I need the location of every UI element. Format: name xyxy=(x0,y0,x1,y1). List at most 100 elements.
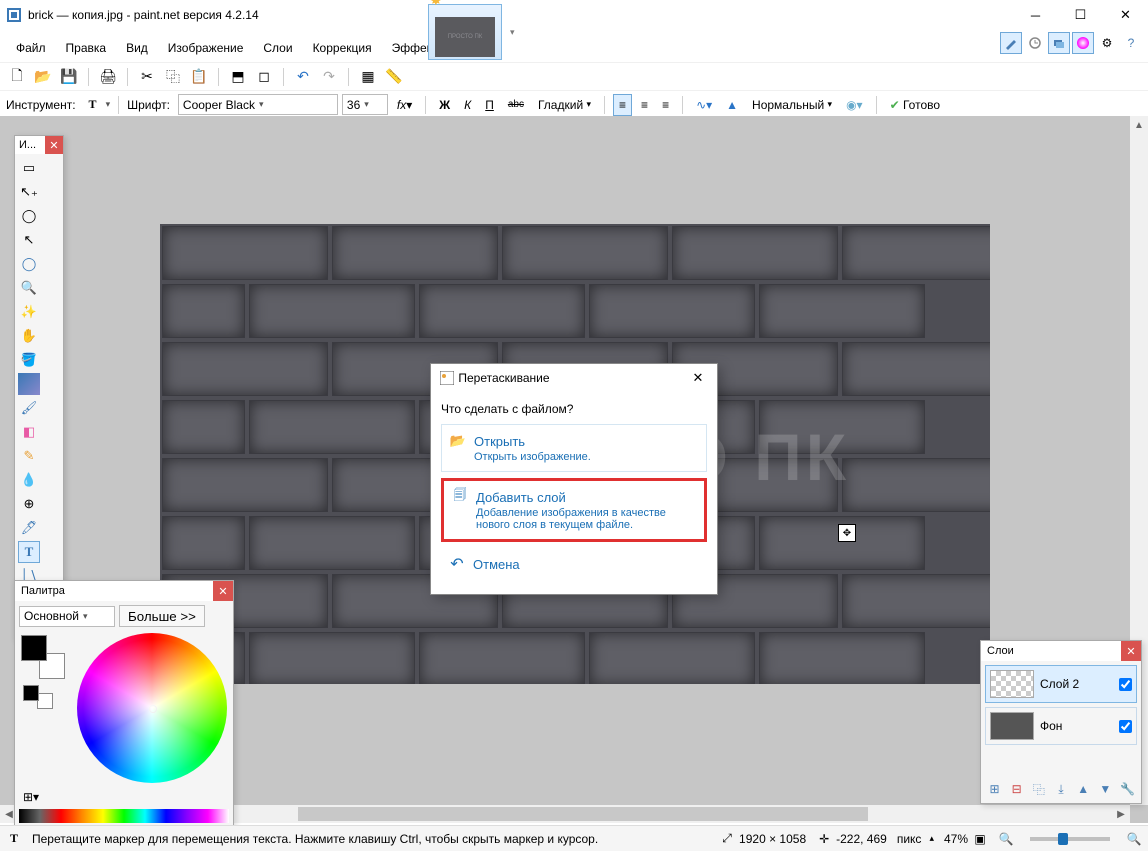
font-metrics-button[interactable]: fx▾ xyxy=(392,94,417,116)
font-size-combo[interactable]: 36▾ xyxy=(342,94,388,115)
tool-recolor[interactable]: 🖊 xyxy=(18,517,40,539)
colors-more-button[interactable]: Больше >> xyxy=(119,605,205,627)
tool-rect-select[interactable]: ▭ xyxy=(18,157,40,179)
colors-window-toggle[interactable] xyxy=(1072,32,1094,54)
layer-visible-checkbox[interactable] xyxy=(1119,720,1132,733)
layer-visible-checkbox[interactable] xyxy=(1119,678,1132,691)
dialog-cancel[interactable]: ↶ Отмена xyxy=(441,548,707,580)
copy-button[interactable]: ⿻ xyxy=(162,66,184,88)
document-thumb[interactable]: ✸ ПРОСТО ПК xyxy=(428,4,502,60)
redo-button[interactable]: ↷ xyxy=(318,66,340,88)
tool-paint-bucket[interactable]: 🪣 xyxy=(18,349,40,371)
close-button[interactable]: ✕ xyxy=(1103,0,1148,30)
tool-clone-stamp[interactable]: ⊕ xyxy=(18,493,40,515)
layer-down-button[interactable]: ▼ xyxy=(1096,779,1115,799)
layer-merge-button[interactable]: ⤓ xyxy=(1051,779,1070,799)
dialog-option-add-layer[interactable]: 🗐Добавить слой Добавление изображения в … xyxy=(441,478,707,542)
tool-move-pixels[interactable]: ↖ xyxy=(18,229,40,251)
menu-image[interactable]: Изображение xyxy=(158,37,254,59)
unit-dropdown-icon[interactable]: ▴ xyxy=(929,833,934,844)
layer-add-button[interactable]: ⊞ xyxy=(985,779,1004,799)
menu-adjustments[interactable]: Коррекция xyxy=(303,37,382,59)
blend-icon-button[interactable]: ◉▾ xyxy=(841,94,868,116)
unsaved-indicator-icon: ✸ xyxy=(430,0,442,9)
menu-file[interactable]: Файл xyxy=(6,37,56,59)
tool-move-selection[interactable]: ↖₊ xyxy=(18,181,40,203)
thumb-list-dropdown-icon[interactable]: ▾ xyxy=(510,27,515,38)
strike-button[interactable]: abc xyxy=(503,94,529,116)
layers-window-toggle[interactable] xyxy=(1048,32,1070,54)
render-mode-combo[interactable]: Гладкий ▾ xyxy=(533,94,596,116)
zoom-in-icon[interactable]: 🔍 xyxy=(1126,831,1142,847)
open-button[interactable]: 📂 xyxy=(32,66,54,88)
menu-edit[interactable]: Правка xyxy=(56,37,117,59)
font-family-combo[interactable]: Cooper Black▾ xyxy=(178,94,338,115)
color-swatches[interactable] xyxy=(19,809,229,823)
drag-drop-dialog: Перетаскивание ✕ Что сделать с файлом? 📂… xyxy=(430,363,718,595)
layers-panel: Слои✕ Слой 2 Фон ⊞ ⊟ ⿻ ⤓ ▲ ▼ 🔧 xyxy=(980,640,1142,804)
tool-ellipse-select[interactable]: ◯ xyxy=(18,253,40,275)
color-mode-combo[interactable]: Основной▾ xyxy=(19,606,115,627)
align-center-button[interactable]: ≡ xyxy=(636,94,653,116)
tool-eraser[interactable]: ◧ xyxy=(18,421,40,443)
help-button[interactable]: ? xyxy=(1120,32,1142,54)
app-icon xyxy=(6,7,22,23)
color-wheel[interactable] xyxy=(77,633,227,783)
tool-paintbrush[interactable]: 🖌 xyxy=(18,397,40,419)
zoom-slider[interactable] xyxy=(1030,837,1110,841)
layer-item[interactable]: Фон xyxy=(985,707,1137,745)
tools-panel-close[interactable]: ✕ xyxy=(45,136,63,154)
deselect-button[interactable]: ◻ xyxy=(253,66,275,88)
tool-lasso[interactable]: ◯ xyxy=(18,205,40,227)
menu-layers[interactable]: Слои xyxy=(253,37,302,59)
fg-bg-swatch-large[interactable] xyxy=(21,635,65,679)
commit-button[interactable]: ✔ Готово xyxy=(885,94,945,116)
paste-button[interactable]: 📋 xyxy=(188,66,210,88)
maximize-button[interactable]: ☐ xyxy=(1058,0,1103,30)
print-button[interactable]: 🖨 xyxy=(97,66,119,88)
antialias-button[interactable]: ∿▾ xyxy=(691,94,717,116)
undo-button[interactable]: ↶ xyxy=(292,66,314,88)
blend-mode-combo[interactable]: Нормальный ▾ xyxy=(747,94,837,116)
history-window-toggle[interactable] xyxy=(1024,32,1046,54)
new-button[interactable]: 🗋 xyxy=(6,66,28,88)
layer-up-button[interactable]: ▲ xyxy=(1074,779,1093,799)
zoom-fit-icon[interactable]: ▣ xyxy=(972,831,988,847)
minimize-button[interactable]: ─ xyxy=(1013,0,1058,30)
colors-panel-title: Палитра xyxy=(21,585,65,597)
tool-color-picker[interactable]: 💧 xyxy=(18,469,40,491)
dialog-option-open[interactable]: 📂Открыть Открыть изображение. xyxy=(441,424,707,472)
menu-view[interactable]: Вид xyxy=(116,37,158,59)
zoom-out-icon[interactable]: 🔍 xyxy=(998,831,1014,847)
tool-icon-text[interactable]: T xyxy=(84,94,102,116)
align-right-button[interactable]: ≡ xyxy=(657,94,674,116)
cut-button[interactable]: ✂ xyxy=(136,66,158,88)
crop-button[interactable]: ⬒ xyxy=(227,66,249,88)
layer-item[interactable]: Слой 2 xyxy=(985,665,1137,703)
layer-properties-button[interactable]: 🔧 xyxy=(1118,779,1137,799)
align-left-button[interactable]: ≡ xyxy=(613,94,632,116)
dialog-close-button[interactable]: ✕ xyxy=(687,367,709,389)
tools-window-toggle[interactable] xyxy=(1000,32,1022,54)
settings-button[interactable]: ⚙ xyxy=(1096,32,1118,54)
bold-button[interactable]: Ж xyxy=(434,94,455,116)
fg-bg-swatch-small[interactable] xyxy=(23,685,53,709)
layers-panel-close[interactable]: ✕ xyxy=(1121,641,1141,661)
tool-text[interactable]: T xyxy=(18,541,40,563)
layer-delete-button[interactable]: ⊟ xyxy=(1007,779,1026,799)
colors-panel-close[interactable]: ✕ xyxy=(213,581,233,601)
tool-gradient[interactable] xyxy=(18,373,40,395)
tool-pan[interactable]: ✋ xyxy=(18,325,40,347)
tool-pencil[interactable]: ✎ xyxy=(18,445,40,467)
ruler-button[interactable]: 📏 xyxy=(383,66,405,88)
grid-button[interactable]: ▦ xyxy=(357,66,379,88)
text-move-handle[interactable]: ✥ xyxy=(838,524,856,542)
underline-button[interactable]: П xyxy=(480,94,499,116)
tool-zoom[interactable]: 🔍 xyxy=(18,277,40,299)
save-button[interactable]: 💾 xyxy=(58,66,80,88)
layer-duplicate-button[interactable]: ⿻ xyxy=(1029,779,1048,799)
italic-button[interactable]: К xyxy=(459,94,476,116)
blend-fill-button[interactable]: ▲ xyxy=(721,94,743,116)
tool-magic-wand[interactable]: ✨ xyxy=(18,301,40,323)
add-color-button[interactable]: ⊞▾ xyxy=(21,789,41,805)
